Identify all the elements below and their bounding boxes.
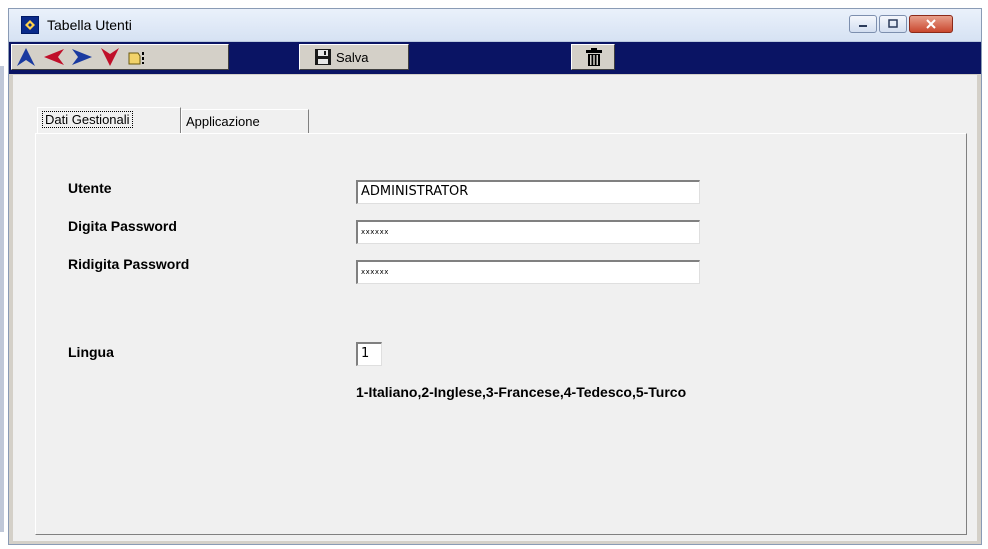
arrow-up-icon [17, 48, 35, 66]
navigation-buttons [11, 44, 229, 70]
window-title: Tabella Utenti [47, 17, 132, 33]
utente-label: Utente [68, 180, 112, 196]
tab-panel: Utente ADMINISTRATOR Digita Password xxx… [35, 133, 967, 535]
repassword-label: Ridigita Password [68, 256, 190, 272]
password-label: Digita Password [68, 218, 177, 234]
lingua-label: Lingua [68, 344, 114, 360]
window-left-edge [0, 66, 4, 532]
maximize-button[interactable] [879, 15, 907, 33]
utente-field[interactable]: ADMINISTRATOR [356, 180, 700, 204]
tab-label: Dati Gestionali [42, 111, 133, 128]
next-record-button[interactable] [70, 46, 94, 68]
title-bar[interactable]: Tabella Utenti [9, 9, 981, 42]
find-icon [128, 52, 144, 65]
tab-label: Applicazione [186, 114, 260, 129]
floppy-disk-icon [315, 49, 331, 65]
find-button[interactable] [126, 46, 150, 68]
tab-dati-gestionali[interactable]: Dati Gestionali [37, 107, 181, 133]
close-button[interactable] [909, 15, 953, 33]
tab-applicazione[interactable]: Applicazione [181, 109, 309, 133]
minimize-button[interactable] [849, 15, 877, 33]
close-icon [926, 19, 936, 29]
main-window: Tabella Utenti Salva Dati Gestionali App… [8, 8, 982, 545]
repassword-field[interactable]: xxxxxx [356, 260, 700, 284]
lingua-field[interactable]: 1 [356, 342, 382, 366]
arrow-left-icon [44, 49, 64, 65]
arrow-down-icon [101, 48, 119, 66]
delete-button[interactable] [571, 44, 615, 70]
form-area: Dati Gestionali Applicazione Utente ADMI… [13, 75, 977, 541]
password-field[interactable]: xxxxxx [356, 220, 700, 244]
trash-icon [586, 48, 602, 66]
toolbar: Salva [9, 42, 981, 74]
minimize-icon [859, 25, 867, 27]
lingua-hint: 1-Italiano,2-Inglese,3-Francese,4-Tedesc… [356, 384, 687, 400]
previous-record-button[interactable] [42, 46, 66, 68]
arrow-right-icon [72, 49, 92, 65]
first-record-button[interactable] [14, 46, 38, 68]
maximize-icon [888, 19, 898, 28]
app-icon [21, 16, 39, 34]
last-record-button[interactable] [98, 46, 122, 68]
save-button-label: Salva [336, 50, 369, 65]
save-button[interactable]: Salva [299, 44, 409, 70]
